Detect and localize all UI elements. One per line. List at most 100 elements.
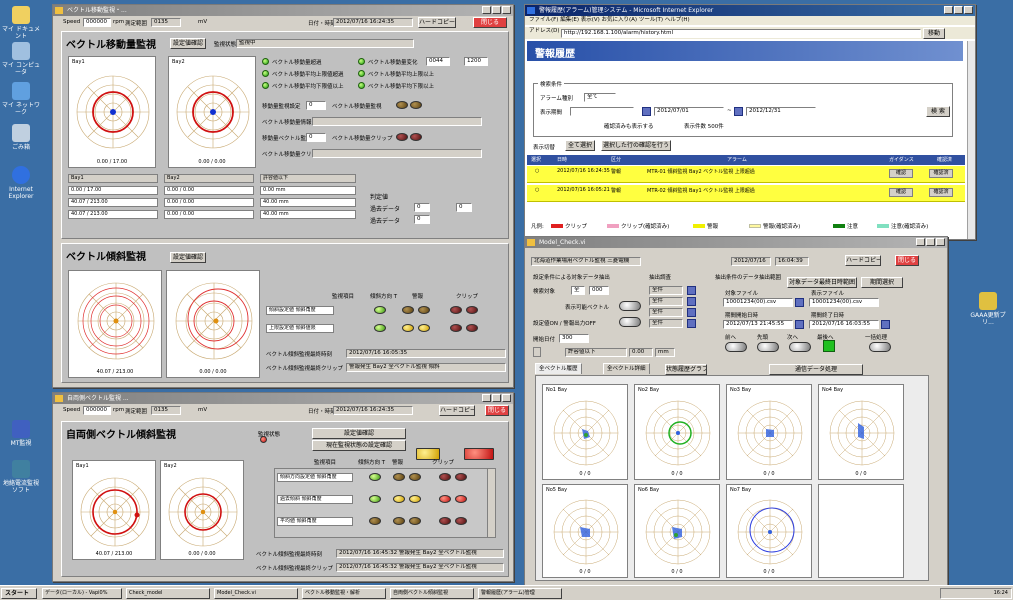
confirmed-button[interactable]: 確認済 (929, 188, 953, 197)
row-checkbox[interactable]: ○ (535, 187, 539, 193)
maximize-button[interactable] (954, 6, 963, 14)
close-window-button[interactable] (502, 6, 511, 14)
search-button[interactable]: 検 索 (926, 106, 950, 117)
period-end-field[interactable]: 2012/07/16 16:03:55 (809, 320, 879, 329)
hardcopy-button[interactable]: ハードコピー (845, 255, 881, 266)
search-target-field[interactable]: 全 (571, 286, 585, 295)
threshold-field-2[interactable]: 1200 (464, 57, 488, 66)
scrollbar[interactable] (487, 469, 495, 537)
threshold-field[interactable]: 0044 (426, 57, 450, 66)
window-titlebar[interactable]: 警報履歴(アラーム)管理システム - Microsoft Internet Ex… (525, 5, 975, 16)
minimize-button[interactable] (944, 6, 953, 14)
batch-button[interactable] (869, 342, 891, 352)
calendar-icon[interactable] (881, 320, 890, 329)
recycle-bin-icon[interactable]: ごみ箱 (1, 124, 41, 151)
toolbar-item[interactable]: 表示切替 (533, 143, 555, 151)
alarm-setting-field[interactable]: 0 (306, 101, 326, 110)
ground-current-icon[interactable]: 地絡電流監視ソフト (1, 460, 41, 494)
alarm-row[interactable]: ○ 2012/07/16 16:05:21 警報 MTR-02 傾斜監視 Bay… (527, 185, 965, 202)
taskbar-item[interactable]: 警報履歴(アラーム)管理 (478, 588, 562, 599)
comm-data-button[interactable]: 通信データ処理 (769, 364, 863, 375)
maximize-button[interactable] (926, 238, 935, 246)
close-window-button[interactable] (502, 394, 511, 402)
my-network-icon[interactable]: マイ ネットワーク (1, 82, 41, 116)
prev-button[interactable] (725, 342, 747, 352)
calendar-icon[interactable] (687, 286, 696, 295)
start-button[interactable]: スタート (1, 588, 37, 599)
calendar-icon[interactable] (734, 107, 743, 116)
range-button[interactable]: 対象データ最終日時範囲 (787, 277, 857, 288)
calendar-icon[interactable] (642, 107, 651, 116)
page-scrollbar[interactable] (967, 41, 975, 239)
window-titlebar[interactable]: 自両側ベクトル監視 ... (53, 393, 513, 404)
first-button[interactable] (757, 342, 779, 352)
go-button[interactable]: 移動 (923, 28, 945, 39)
calendar-icon[interactable] (687, 319, 696, 328)
confirm-selected-button[interactable]: 選択した行の確認を行う (601, 140, 671, 151)
minimize-button[interactable] (482, 394, 491, 402)
taskbar-item[interactable]: 自両側ベクトル傾斜監視 (390, 588, 474, 599)
start-date-field[interactable]: 300 (559, 334, 589, 343)
period-select-button[interactable]: 期間選択 (861, 277, 903, 288)
alarm-row[interactable]: ○ 2012/07/16 16:24:35 警報 MTR-01 傾斜監視 Bay… (527, 166, 965, 183)
current-settings-button[interactable]: 現在監視状態の設定確認 (312, 440, 406, 451)
search-target-field-2[interactable]: 000 (589, 286, 609, 295)
maximize-button[interactable] (492, 394, 501, 402)
close-window-button[interactable] (964, 6, 973, 14)
tab-vector-detail[interactable]: 全ベクトル詳細 (603, 363, 650, 374)
close-button[interactable]: 閉じる (473, 17, 507, 28)
last-button[interactable] (823, 340, 835, 352)
confirmed-button[interactable]: 確認済 (929, 169, 953, 178)
slider-handle[interactable] (533, 347, 541, 357)
show-confirmed-checkbox[interactable]: 確認済みも表示する (604, 122, 654, 130)
close-button[interactable]: 閉じる (895, 255, 919, 266)
period-input[interactable] (570, 107, 634, 116)
taskbar-item[interactable]: ベクトル移動監視・解析 (302, 588, 386, 599)
menu-bar[interactable]: ファイル(F) 編集(E) 表示(V) お気に入り(A) ツール(T) ヘルプ(… (525, 16, 975, 25)
window-titlebar[interactable]: ベクトル移動監視・... (53, 5, 513, 16)
calendar-icon[interactable] (687, 297, 696, 306)
row-checkbox[interactable]: ○ (535, 168, 539, 174)
target-file-field[interactable]: 10001234(00).csv (723, 298, 793, 307)
period-to[interactable]: 2012/12/31 (746, 107, 816, 116)
mt-monitor-icon[interactable]: MT監視 (1, 420, 41, 447)
settings-check-button[interactable]: 設定値確認 (312, 428, 406, 439)
confirm-button[interactable]: 確認 (889, 169, 913, 178)
maximize-button[interactable] (492, 6, 501, 14)
hardcopy-button[interactable]: ハードコピー (418, 17, 456, 28)
next-button[interactable] (789, 342, 811, 352)
select-all-button[interactable]: 全て選択 (565, 140, 595, 151)
calendar-icon[interactable] (795, 320, 804, 329)
status-graph-button[interactable]: 状態履歴グラフ (665, 364, 707, 375)
hardcopy-button[interactable]: ハードコピー (439, 405, 475, 416)
tab-vector-history[interactable]: 全ベクトル履歴 (535, 363, 582, 374)
settings-check-button[interactable]: 設定値確認 (170, 252, 206, 263)
side-field[interactable]: 0 (414, 203, 430, 212)
toggle-button[interactable] (619, 301, 641, 311)
display-file-field[interactable]: 10001234(00).csv (809, 298, 879, 307)
taskbar-item[interactable]: データ(ローカル) - Vapi0% (42, 588, 122, 599)
folder-icon[interactable] (795, 298, 804, 307)
close-window-button[interactable] (936, 238, 945, 246)
side-field[interactable]: 0 (414, 215, 430, 224)
settings-check-button[interactable]: 設定値確認 (170, 38, 206, 49)
my-computer-icon[interactable]: マイ コンピュータ (1, 42, 41, 76)
update-program-icon[interactable]: GAAA更新プリ... (968, 292, 1008, 326)
close-button[interactable]: 閉じる (485, 405, 509, 416)
alarm-type-select[interactable]: 全て (584, 93, 616, 102)
toggle-button[interactable] (619, 317, 641, 327)
internet-explorer-icon[interactable]: Internet Explorer (1, 166, 41, 200)
minimize-button[interactable] (916, 238, 925, 246)
period-start-field[interactable]: 2012/07/13 21:45:55 (723, 320, 793, 329)
side-field[interactable]: 0 (456, 203, 472, 212)
calendar-icon[interactable] (687, 308, 696, 317)
minimize-button[interactable] (482, 6, 491, 14)
period-from[interactable]: 2012/07/01 (654, 107, 724, 116)
count-field[interactable]: 0 (306, 133, 326, 142)
address-input[interactable]: http://192.168.1.100/alarm/history.html (561, 29, 921, 38)
taskbar-item[interactable]: Check_model (126, 588, 210, 599)
confirm-button[interactable]: 確認 (889, 188, 913, 197)
taskbar-item[interactable]: Model_Check.vi (214, 588, 298, 599)
my-documents-icon[interactable]: マイ ドキュメント (1, 6, 41, 40)
window-titlebar[interactable]: Model_Check.vi (525, 237, 947, 248)
